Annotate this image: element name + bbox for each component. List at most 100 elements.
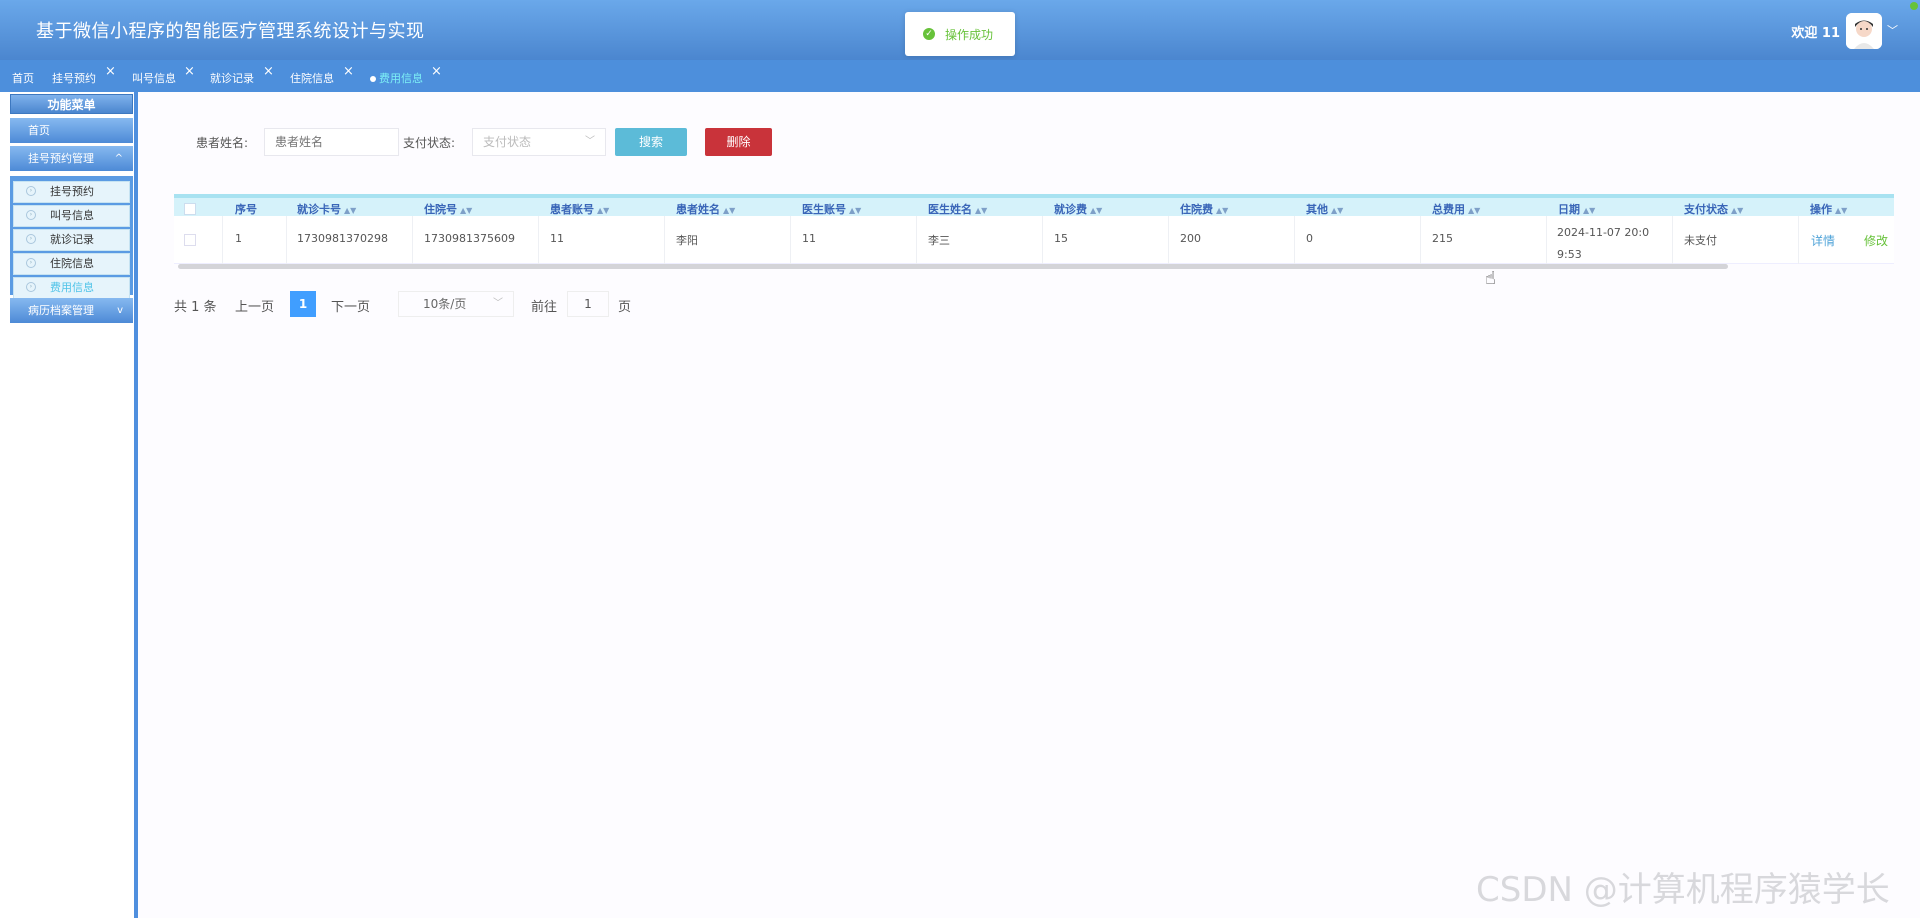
chevron-down-icon: ﹀: [585, 136, 595, 147]
sidebar: 功能菜单 首页 挂号预约管理 ^ › 挂号预约 › 叫号信息 › 就诊记录 › 住院信息 …: [0, 92, 138, 918]
sidebar-item-label: 住院信息: [50, 257, 94, 270]
status-dot: [1910, 2, 1918, 10]
cell-visit-fee: 15: [1054, 232, 1068, 245]
tab-visit-records[interactable]: 就诊记录: [210, 70, 254, 86]
submenu: › 挂号预约 › 叫号信息 › 就诊记录 › 住院信息 › 费用信息: [10, 176, 133, 299]
sidebar-item-label: 叫号信息: [50, 209, 94, 222]
pay-status-label: 支付状态:: [403, 136, 456, 150]
sort-icon: ▲▼: [1216, 206, 1229, 215]
column-header[interactable]: 医生姓名 ▲▼: [928, 201, 987, 217]
close-icon[interactable]: ×: [105, 64, 116, 79]
edit-link[interactable]: 修改: [1864, 232, 1888, 249]
welcome-text: 欢迎 11: [1791, 26, 1840, 41]
goto-label: 前往: [531, 300, 558, 315]
close-icon[interactable]: ×: [263, 64, 274, 79]
success-toast: ✓ 操作成功: [905, 12, 1015, 56]
sort-icon: ▲▼: [1468, 206, 1481, 215]
patient-name-input[interactable]: [264, 128, 399, 156]
column-header[interactable]: 就诊卡号 ▲▼: [297, 201, 356, 217]
select-all-checkbox[interactable]: [184, 203, 196, 215]
column-divider: [1420, 216, 1421, 264]
prev-page-button[interactable]: 上一页: [235, 296, 274, 315]
sidebar-item-registration[interactable]: › 挂号预约: [13, 181, 130, 203]
cell-card-no: 1730981370298: [297, 232, 388, 245]
column-header[interactable]: 患者账号 ▲▼: [550, 201, 609, 217]
column-divider: [1042, 216, 1043, 264]
column-header[interactable]: 支付状态 ▲▼: [1684, 201, 1743, 217]
tab-home[interactable]: 首页: [12, 70, 34, 86]
goto-page-input[interactable]: 1: [567, 291, 609, 317]
column-header[interactable]: 操作 ▲▼: [1810, 201, 1847, 217]
column-divider: [286, 216, 287, 264]
page-number-current[interactable]: 1: [290, 291, 316, 317]
column-header[interactable]: 医生账号 ▲▼: [802, 201, 861, 217]
next-page-button[interactable]: 下一页: [331, 296, 370, 315]
column-divider: [1294, 216, 1295, 264]
sidebar-item-label: 就诊记录: [50, 233, 94, 246]
sidebar-item-fees[interactable]: › 费用信息: [13, 277, 130, 299]
sort-icon: ▲▼: [1090, 206, 1103, 215]
column-header[interactable]: 患者姓名 ▲▼: [676, 201, 735, 217]
sidebar-item-home[interactable]: 首页: [10, 118, 133, 144]
arrow-right-icon: ›: [26, 186, 36, 196]
sort-icon: ▲▼: [1583, 206, 1596, 215]
chevron-down-icon[interactable]: ﹀: [1887, 22, 1898, 38]
column-header[interactable]: 日期 ▲▼: [1558, 201, 1595, 217]
column-header[interactable]: 序号: [235, 201, 257, 217]
column-header[interactable]: 其他 ▲▼: [1306, 201, 1343, 217]
detail-link[interactable]: 详情: [1811, 232, 1835, 249]
sidebar-group-records[interactable]: 病历档案管理 v: [10, 298, 133, 324]
close-icon[interactable]: ×: [431, 64, 442, 79]
tab-hospitalization[interactable]: 住院信息: [290, 70, 334, 86]
column-divider: [1168, 216, 1169, 264]
column-header[interactable]: 住院费 ▲▼: [1180, 201, 1228, 217]
cell-hosp-no: 1730981375609: [424, 232, 515, 245]
cell-date: 2024-11-07 20:09:53: [1557, 226, 1650, 261]
user-avatar[interactable]: [1846, 13, 1882, 49]
sort-icon: ▲▼: [344, 206, 357, 215]
avatar-image: [1846, 13, 1882, 49]
tab-registration[interactable]: 挂号预约: [52, 70, 96, 86]
menu-title: 功能菜单: [10, 94, 133, 114]
cell-doctor-name: 李三: [928, 234, 950, 247]
cell-other: 0: [1306, 232, 1313, 245]
sidebar-item-label: 首页: [28, 124, 50, 137]
sort-icon: ▲▼: [723, 206, 736, 215]
column-divider: [1672, 216, 1673, 264]
close-icon[interactable]: ×: [343, 64, 354, 79]
chevron-down-icon: ﹀: [493, 298, 503, 309]
page-size-value: 10条/页: [423, 297, 467, 311]
row-checkbox[interactable]: [184, 234, 196, 246]
sort-icon: ▲▼: [1731, 206, 1744, 215]
sidebar-group-registration[interactable]: 挂号预约管理 ^: [10, 146, 133, 172]
select-placeholder: 支付状态: [483, 135, 532, 149]
page-size-select[interactable]: 10条/页 ﹀: [398, 291, 514, 317]
toast-message: 操作成功: [945, 27, 994, 42]
column-divider: [538, 216, 539, 264]
sidebar-item-label: 挂号预约: [50, 185, 94, 198]
column-header[interactable]: 总费用 ▲▼: [1432, 201, 1480, 217]
tab-fees-label: 费用信息: [379, 72, 423, 85]
watermark: CSDN @计算机程序猿学长: [1476, 870, 1890, 910]
page-unit-label: 页: [618, 300, 632, 315]
app-title: 基于微信小程序的智能医疗管理系统设计与实现: [36, 21, 425, 42]
close-icon[interactable]: ×: [184, 64, 195, 79]
sidebar-item-hospitalization[interactable]: › 住院信息: [13, 253, 130, 275]
cell-hosp-fee: 200: [1180, 232, 1201, 245]
search-button[interactable]: 搜索: [615, 128, 687, 156]
tab-bar: 首页 挂号预约 × 叫号信息 × 就诊记录 × 住院信息 × 费用信息 ×: [0, 60, 1920, 92]
sidebar-item-queue[interactable]: › 叫号信息: [13, 205, 130, 227]
delete-button[interactable]: 删除: [705, 128, 772, 156]
arrow-right-icon: ›: [26, 282, 36, 292]
cell-patient-account: 11: [550, 232, 564, 245]
sidebar-item-label: 病历档案管理: [28, 304, 94, 317]
tab-fees[interactable]: 费用信息: [370, 70, 423, 86]
pay-status-select[interactable]: 支付状态 ﹀: [472, 128, 606, 156]
active-dot-icon: [370, 76, 376, 82]
column-divider: [1798, 216, 1799, 264]
tab-queue[interactable]: 叫号信息: [132, 70, 176, 86]
hand-cursor-icon: ☝: [1485, 268, 1496, 289]
sidebar-item-visit-records[interactable]: › 就诊记录: [13, 229, 130, 251]
column-header[interactable]: 住院号 ▲▼: [424, 201, 472, 217]
column-header[interactable]: 就诊费 ▲▼: [1054, 201, 1102, 217]
